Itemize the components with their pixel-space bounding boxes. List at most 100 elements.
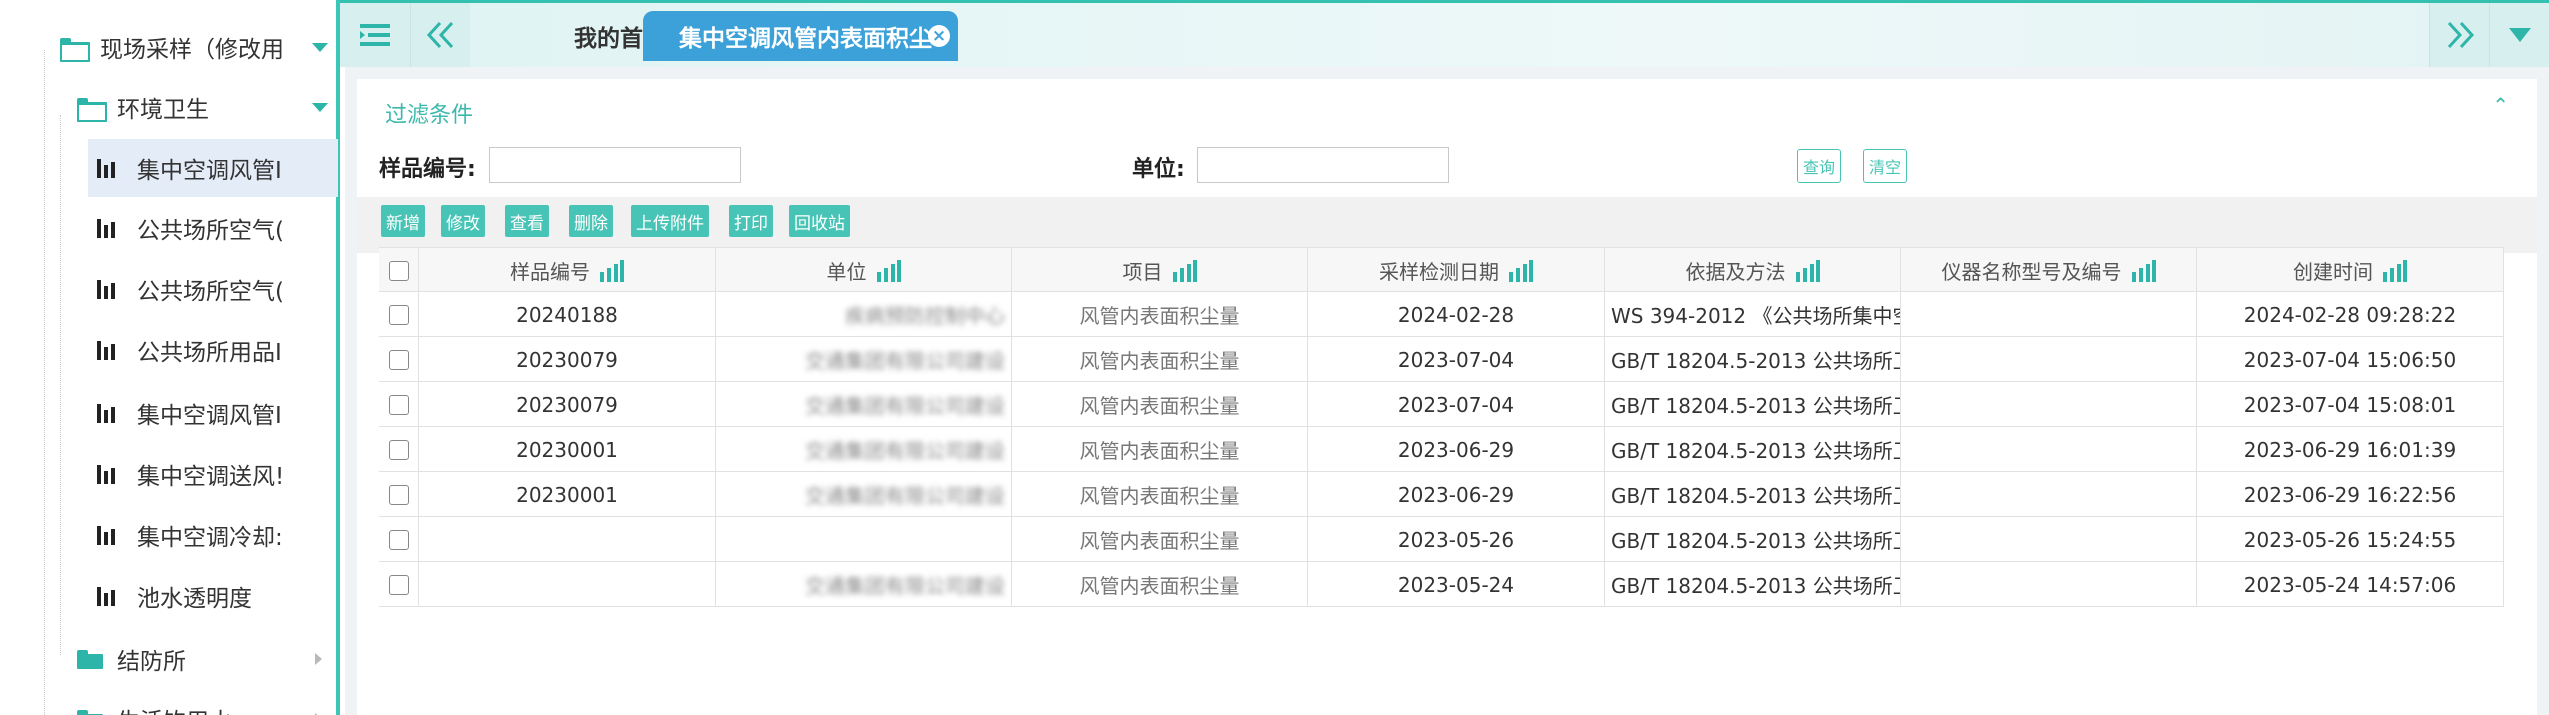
- tree-node-item[interactable]: 公共场所空气(: [97, 260, 337, 318]
- chart-icon[interactable]: [1507, 259, 1533, 282]
- redacted-text: 疾病预防控制中心: [845, 304, 1005, 328]
- caret-down-icon[interactable]: [2489, 3, 2549, 67]
- unit-input[interactable]: [1197, 147, 1449, 183]
- tree-node-onsite-sampling[interactable]: 现场采样（修改用: [60, 18, 336, 76]
- tree-node-item[interactable]: 集中空调风管I: [97, 384, 337, 442]
- tree-node-label: 集中空调冷却:: [137, 525, 283, 551]
- tree-node-item[interactable]: 池水透明度: [97, 567, 337, 625]
- sample-no-input[interactable]: [489, 147, 741, 183]
- delete-button[interactable]: 删除: [569, 205, 613, 237]
- row-checkbox-cell: [379, 562, 419, 607]
- tree-node-item[interactable]: 集中空调送风!: [97, 445, 337, 503]
- folder-icon: [77, 709, 103, 715]
- cell-instrument: [1901, 337, 2197, 382]
- folder-open-icon: [60, 37, 90, 62]
- edit-button[interactable]: 修改: [441, 205, 485, 237]
- row-checkbox[interactable]: [388, 484, 409, 505]
- upload-attachment-button[interactable]: 上传附件: [631, 205, 709, 237]
- row-checkbox[interactable]: [388, 304, 409, 325]
- filter-panel: 过滤条件 ⌃ 样品编号: 单位: 查询 清空 新增 修改 查看 删除 上传附件 …: [357, 79, 2537, 715]
- clear-button[interactable]: 清空: [1863, 149, 1908, 183]
- chart-icon[interactable]: [598, 259, 624, 282]
- tree-node-drinking-water[interactable]: 生活饮用水: [77, 690, 336, 715]
- cell-item: 风管内表面积尘量: [1012, 427, 1308, 472]
- column-header-unit[interactable]: 单位: [716, 248, 1012, 293]
- double-chevron-right-icon[interactable]: [2429, 3, 2489, 67]
- redacted-text: 交通集团有限公司建设: [805, 574, 1005, 598]
- tree-node-item[interactable]: 公共场所用品I: [97, 321, 337, 379]
- redacted-text: 交通集团有限公司建设: [805, 394, 1005, 418]
- tab-active[interactable]: 集中空调风管内表面积尘 ×: [643, 11, 958, 61]
- redacted-text: 交通集团有限公司建设: [805, 439, 1005, 463]
- report-icon: [97, 586, 115, 606]
- chart-icon[interactable]: [1794, 259, 1820, 282]
- row-checkbox[interactable]: [388, 394, 409, 415]
- double-chevron-left-icon[interactable]: [410, 3, 470, 67]
- table-row[interactable]: 风管内表面积尘量 2023-05-26 GB/T 18204.5-2013 公共…: [379, 517, 2504, 562]
- chart-icon[interactable]: [1171, 259, 1197, 282]
- tree-node-label: 公共场所用品I: [137, 340, 282, 366]
- table-row[interactable]: 20230079 交通集团有限公司建设 风管内表面积尘量 2023-07-04 …: [379, 337, 2504, 382]
- table-row[interactable]: 20230001 交通集团有限公司建设 风管内表面积尘量 2023-06-29 …: [379, 472, 2504, 517]
- view-button[interactable]: 查看: [505, 205, 549, 237]
- cell-date: 2023-05-24: [1308, 562, 1605, 607]
- filter-title: 过滤条件: [385, 103, 474, 128]
- query-button[interactable]: 查询: [1797, 149, 1842, 183]
- cell-instrument: [1901, 472, 2197, 517]
- row-checkbox[interactable]: [388, 349, 409, 370]
- chevron-right-icon[interactable]: [315, 653, 322, 665]
- add-button[interactable]: 新增: [381, 205, 425, 237]
- tree-node-item[interactable]: 公共场所空气(: [97, 199, 337, 257]
- cell-created: 2023-07-04 15:06:50: [2197, 337, 2504, 382]
- sidebar-tree: 现场采样（修改用 环境卫生 集中空调风管I 公共场所空气( 公共场所空气( 公共…: [0, 0, 340, 715]
- print-button[interactable]: 打印: [729, 205, 773, 237]
- cell-instrument: [1901, 292, 2197, 337]
- row-checkbox[interactable]: [388, 439, 409, 460]
- row-checkbox[interactable]: [388, 574, 409, 595]
- chevron-down-icon[interactable]: [312, 103, 328, 112]
- tree-node-item[interactable]: 集中空调冷却:: [97, 506, 337, 564]
- tree-node-item[interactable]: 集中空调风管I: [88, 139, 338, 197]
- row-checkbox-cell: [379, 337, 419, 382]
- cell-item: 风管内表面积尘量: [1012, 517, 1308, 562]
- column-header-sample-no[interactable]: 样品编号: [419, 248, 716, 293]
- row-checkbox-cell: [379, 292, 419, 337]
- chart-icon[interactable]: [2381, 259, 2407, 282]
- tree-node-environmental-health[interactable]: 环境卫生: [77, 78, 336, 136]
- sample-no-label: 样品编号:: [379, 157, 476, 182]
- tree-node-label: 现场采样（修改用: [100, 37, 284, 63]
- row-checkbox[interactable]: [388, 529, 409, 550]
- chevron-down-icon[interactable]: [312, 43, 328, 52]
- recycle-bin-button[interactable]: 回收站: [789, 205, 850, 237]
- cell-created: 2023-06-29 16:01:39: [2197, 427, 2504, 472]
- cell-sample-no: [419, 562, 716, 607]
- unit-label: 单位:: [1132, 157, 1185, 182]
- cell-instrument: [1901, 427, 2197, 472]
- column-header-label: 依据及方法: [1685, 260, 1786, 284]
- cell-unit: 交通集团有限公司建设: [716, 472, 1012, 517]
- cell-unit: 交通集团有限公司建设: [716, 382, 1012, 427]
- cell-date: 2023-05-26: [1308, 517, 1605, 562]
- cell-unit: 交通集团有限公司建设: [716, 337, 1012, 382]
- report-icon: [97, 340, 115, 360]
- menu-toggle-icon[interactable]: [340, 3, 410, 67]
- column-header-item[interactable]: 项目: [1012, 248, 1308, 293]
- cell-created: 2024-02-28 09:28:22: [2197, 292, 2504, 337]
- chart-icon[interactable]: [875, 259, 901, 282]
- table-row[interactable]: 交通集团有限公司建设 风管内表面积尘量 2023-05-24 GB/T 1820…: [379, 562, 2504, 607]
- cell-sample-no: 20230079: [419, 382, 716, 427]
- tree-node-label: 集中空调风管I: [137, 158, 282, 184]
- collapse-up-icon[interactable]: ⌃: [2492, 93, 2509, 117]
- chart-icon[interactable]: [2130, 259, 2156, 282]
- column-header-instrument[interactable]: 仪器名称型号及编号: [1901, 248, 2197, 293]
- column-header-created[interactable]: 创建时间: [2197, 248, 2504, 293]
- table-row[interactable]: 20240188 疾病预防控制中心 风管内表面积尘量 2024-02-28 WS…: [379, 292, 2504, 337]
- column-header-method[interactable]: 依据及方法: [1605, 248, 1901, 293]
- table-row[interactable]: 20230079 交通集团有限公司建设 风管内表面积尘量 2023-07-04 …: [379, 382, 2504, 427]
- close-icon[interactable]: ×: [928, 25, 950, 47]
- column-header-date[interactable]: 采样检测日期: [1308, 248, 1605, 293]
- table-row[interactable]: 20230001 交通集团有限公司建设 风管内表面积尘量 2023-06-29 …: [379, 427, 2504, 472]
- select-all-checkbox[interactable]: [388, 260, 409, 281]
- tree-node-tb-control[interactable]: 结防所: [77, 630, 336, 688]
- cell-item: 风管内表面积尘量: [1012, 562, 1308, 607]
